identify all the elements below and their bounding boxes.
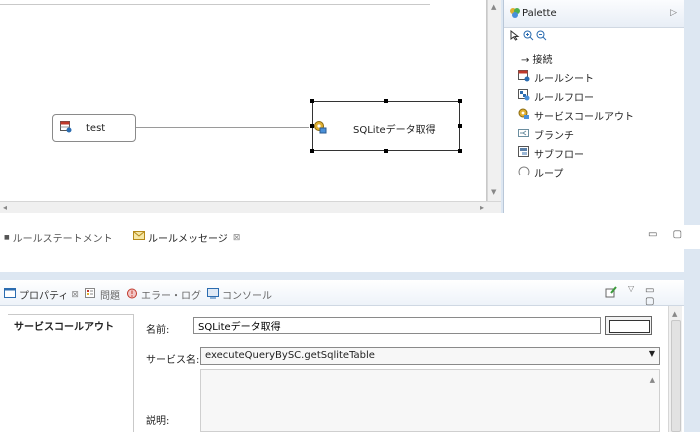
properties-icon — [4, 288, 16, 301]
view-menu-icon[interactable]: ▽ — [628, 284, 634, 293]
tab-properties[interactable]: プロパティ ⊠ — [4, 287, 79, 302]
node-test[interactable]: test — [52, 114, 136, 142]
collapse-arrow-icon[interactable]: ▷ — [670, 8, 677, 18]
resize-handle[interactable] — [458, 149, 462, 153]
palette-item-subflow[interactable]: サブフロー — [518, 146, 584, 161]
resize-handle[interactable] — [384, 99, 388, 103]
resize-handle[interactable] — [458, 99, 462, 103]
properties-tabbar: プロパティ ⊠ 問題 エラー・ログ コンソール ▽ ▭ ▢ — [0, 280, 684, 307]
scroll-right-icon[interactable]: ▸ — [480, 203, 484, 212]
node-label: test — [86, 122, 106, 134]
zoom-in-icon[interactable] — [523, 30, 534, 44]
tab-label: エラー・ログ — [140, 291, 201, 302]
rule-flow-editor: test SQLiteデータ取得 ▲ ▼ ◂ ▸ Palette ▷ → 接続 … — [0, 0, 700, 213]
loop-icon — [518, 165, 530, 180]
diagram-canvas[interactable]: test SQLiteデータ取得 — [0, 0, 487, 201]
tab-label: コンソール — [221, 291, 272, 302]
palette-item-label: → 接続 — [521, 55, 553, 66]
tab-console[interactable]: コンソール — [206, 287, 272, 302]
palette-item-label: サービスコールアウト — [534, 112, 634, 123]
ruleflow-icon — [518, 89, 530, 104]
node-sqlite-callout[interactable]: SQLiteデータ取得 — [310, 99, 462, 153]
canvas-horizontal-scrollbar[interactable]: ◂ ▸ — [0, 201, 501, 213]
minimize-maximize-buttons[interactable]: ▭ ▢ — [645, 285, 684, 307]
palette-header[interactable]: Palette ▷ — [504, 0, 685, 28]
palette-tools — [510, 29, 547, 44]
scroll-up-icon[interactable]: ▲ — [650, 376, 655, 384]
view-divider — [0, 272, 700, 280]
close-icon[interactable]: ⊠ — [71, 290, 79, 300]
window-gutter — [684, 0, 700, 432]
description-textarea[interactable]: ▲ — [200, 369, 660, 432]
palette-item-label: ルールシート — [534, 74, 594, 85]
palette-item-rulesheet[interactable]: ルールシート — [518, 70, 594, 85]
pin-edit-icon[interactable] — [605, 286, 617, 301]
scrollbar-thumb[interactable] — [671, 320, 681, 432]
properties-view: プロパティ ⊠ 問題 エラー・ログ コンソール ▽ ▭ ▢ サービスコールアウト… — [0, 280, 684, 432]
tab-label: ルールステートメント — [12, 234, 113, 245]
scroll-up-icon[interactable]: ▲ — [491, 3, 496, 11]
palette-item-ruleflow[interactable]: ルールフロー — [518, 89, 594, 104]
console-icon — [206, 287, 219, 302]
service-name-value: executeQueryBySC.getSqliteTable — [205, 350, 375, 361]
branch-icon — [518, 127, 530, 142]
name-label: 名前: — [146, 325, 170, 336]
square-icon: ■ — [4, 234, 10, 241]
palette-item-service-callout[interactable]: サービスコールアウト — [518, 108, 634, 123]
palette-item-label: サブフロー — [534, 150, 584, 161]
problems-icon — [84, 287, 97, 302]
message-tabbar: ■ ルールステートメント ルールメッセージ ⊠ ▭ ▢ — [0, 225, 700, 249]
palette-item-label: ルールフロー — [534, 93, 594, 104]
message-area — [0, 249, 684, 273]
palette-item-label: ブランチ — [534, 131, 574, 142]
tab-rule-message[interactable]: ルールメッセージ ⊠ — [133, 230, 240, 245]
zoom-out-icon[interactable] — [536, 30, 547, 44]
resize-handle[interactable] — [458, 124, 462, 128]
palette-item-connection[interactable]: → 接続 — [521, 51, 553, 66]
resize-handle[interactable] — [310, 99, 314, 103]
name-field[interactable] — [193, 317, 601, 334]
description-label: 説明: — [146, 416, 170, 427]
scroll-left-icon[interactable]: ◂ — [3, 203, 7, 212]
tab-label: 問題 — [99, 291, 120, 302]
palette-panel: Palette ▷ → 接続 ルールシート ルールフロー サービスコールアウト … — [503, 0, 685, 213]
tab-label: ルールメッセージ — [148, 234, 228, 245]
service-callout-icon — [518, 108, 530, 123]
tab-error-log[interactable]: エラー・ログ — [126, 287, 201, 302]
connection-line[interactable] — [136, 127, 309, 128]
dropdown-arrow-icon[interactable]: ▼ — [649, 349, 655, 358]
envelope-icon — [133, 231, 145, 244]
tab-problems[interactable]: 問題 — [84, 287, 120, 302]
palette-item-label: ループ — [534, 169, 564, 180]
canvas-divider — [0, 4, 430, 5]
canvas-vertical-scrollbar[interactable]: ▲ ▼ — [487, 0, 501, 201]
close-icon[interactable]: ⊠ — [233, 233, 241, 243]
palette-item-loop[interactable]: ループ — [518, 165, 563, 180]
node-label: SQLiteデータ取得 — [353, 125, 436, 136]
properties-scrollbar[interactable]: ▲ — [668, 306, 682, 432]
tab-rule-statement[interactable]: ■ ルールステートメント — [4, 230, 113, 245]
rulesheet-icon — [518, 70, 530, 85]
resize-handle[interactable] — [310, 149, 314, 153]
service-callout-icon — [313, 120, 327, 137]
side-tab-panel: サービスコールアウト — [8, 314, 134, 432]
side-tab-service-callout[interactable]: サービスコールアウト — [14, 318, 114, 333]
rulesheet-icon — [60, 120, 72, 136]
scroll-up-icon[interactable]: ▲ — [672, 310, 677, 318]
tab-label: プロパティ — [19, 291, 69, 302]
service-name-label: サービス名: — [146, 355, 200, 366]
palette-item-branch[interactable]: ブランチ — [518, 127, 574, 142]
service-name-select[interactable]: executeQueryBySC.getSqliteTable ▼ — [200, 347, 660, 365]
subflow-icon — [518, 146, 530, 161]
side-tab-divider — [8, 314, 134, 315]
palette-title: Palette — [522, 8, 557, 19]
select-cursor-icon[interactable] — [510, 29, 521, 44]
color-picker-button[interactable] — [605, 316, 652, 335]
scroll-down-icon[interactable]: ▼ — [491, 188, 496, 196]
error-log-icon — [126, 288, 138, 302]
palette-icon — [509, 7, 521, 22]
properties-tabs: プロパティ ⊠ 問題 エラー・ログ コンソール — [4, 287, 272, 302]
minimize-maximize-buttons[interactable]: ▭ ▢ — [648, 229, 688, 240]
resize-handle[interactable] — [384, 149, 388, 153]
